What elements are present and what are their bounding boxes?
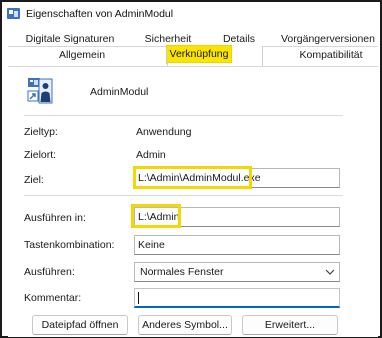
tab-digitale-signaturen[interactable]: Digitale Signaturen — [20, 32, 120, 46]
erweitert-button[interactable]: Erweitert... — [242, 315, 338, 335]
window-title: Eigenschaften von AdminModul — [26, 8, 174, 20]
zielort-value: Admin — [136, 149, 166, 161]
ausfuehren-in-highlight — [131, 204, 181, 228]
ausfuehren-select[interactable]: Normales Fenster — [134, 262, 340, 282]
tab-details[interactable]: Details — [216, 32, 262, 46]
tab-vorgaengerversionen[interactable]: Vorgängerversionen — [278, 32, 378, 46]
window-icon — [7, 8, 20, 19]
kommentar-label: Kommentar: — [24, 292, 82, 304]
tab-allgemein[interactable]: Allgemein — [42, 48, 122, 62]
kommentar-input[interactable] — [134, 288, 340, 308]
application-admin-icon — [27, 78, 53, 104]
tab-sicherheit[interactable]: Sicherheit — [136, 32, 200, 46]
separator — [24, 195, 343, 196]
title-bar[interactable]: Eigenschaften von AdminModul — [2, 2, 380, 26]
ausfuehren-in-label: Ausführen in: — [24, 212, 86, 224]
text-caret — [138, 292, 139, 304]
ziel-label: Ziel: — [24, 174, 44, 186]
tab-verknuepfung[interactable]: Verknüpfung — [167, 47, 231, 61]
tastenkombination-input[interactable]: Keine — [134, 235, 340, 255]
tastenkombination-label: Tastenkombination: — [24, 239, 115, 251]
ausfuehren-label: Ausführen: — [24, 266, 75, 278]
anderes-symbol-button[interactable]: Anderes Symbol... — [138, 315, 232, 335]
chevron-down-icon — [325, 269, 335, 275]
zieltyp-value: Anwendung — [136, 126, 192, 138]
tab-separator — [262, 48, 263, 64]
zieltyp-label: Zieltyp: — [24, 126, 58, 138]
separator — [24, 115, 343, 116]
shortcut-name: AdminModul — [90, 86, 149, 98]
ziel-highlight — [133, 166, 252, 189]
tastenkombination-value: Keine — [138, 239, 165, 251]
tab-kompatibilitaet[interactable]: Kompatibilität — [288, 48, 374, 62]
zielort-label: Zielort: — [24, 149, 57, 161]
tab-separator — [166, 48, 167, 64]
ausfuehren-selected-value: Normales Fenster — [140, 266, 224, 278]
properties-dialog: Eigenschaften von AdminModul Digitale Si… — [0, 0, 382, 338]
dateipfad-oeffnen-button[interactable]: Dateipfad öffnen — [32, 315, 128, 335]
